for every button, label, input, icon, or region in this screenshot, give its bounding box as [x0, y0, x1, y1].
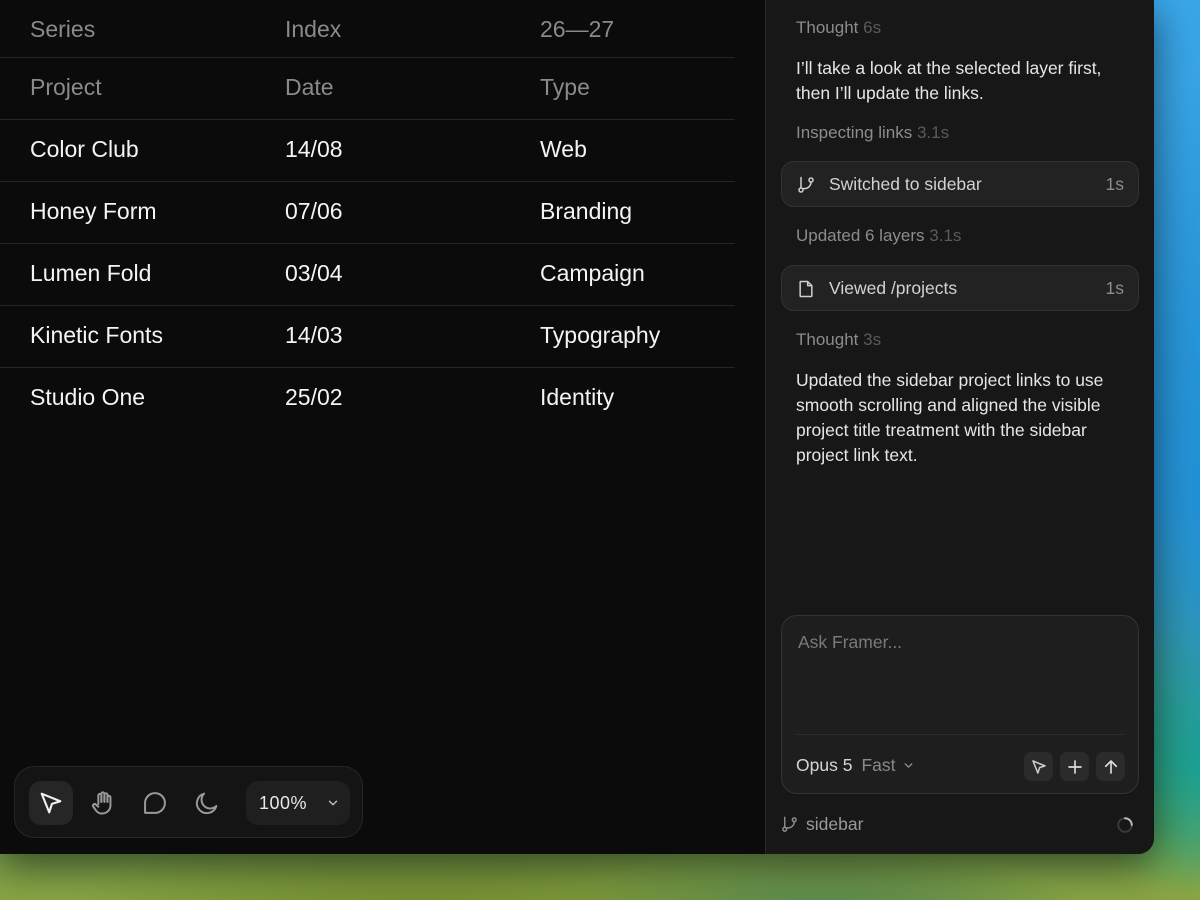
projects-table: Series Index 26—27 Project Date Type Col…	[0, 0, 735, 429]
branch-icon	[798, 176, 814, 193]
arrow-up-icon	[1104, 759, 1117, 774]
composer-divider	[796, 734, 1124, 735]
updated-label[interactable]: Updated 6 layers 3.1s	[796, 226, 961, 246]
table-header-cell: Index	[285, 16, 342, 42]
step-text: Switched to sidebar	[829, 173, 982, 194]
comment-icon	[144, 792, 166, 814]
assistant-message: Updated the sidebar project links to use…	[796, 370, 1104, 465]
step-text: Viewed /projects	[829, 277, 958, 298]
chevron-down-icon	[905, 763, 913, 768]
plus-icon	[1067, 759, 1082, 774]
column-header-type: Type	[540, 74, 590, 100]
zoom-dropdown[interactable]: 100%	[246, 781, 350, 825]
project-type: Campaign	[540, 260, 645, 286]
file-icon	[799, 280, 813, 298]
design-canvas[interactable]: Series Index 26—27 Project Date Type Col…	[0, 0, 765, 854]
model-name: Opus 5	[796, 755, 853, 775]
project-date: 25/02	[285, 384, 343, 410]
updated-duration: 3.1s	[929, 226, 962, 245]
thought-label[interactable]: Thought 3s	[796, 330, 881, 350]
table-row[interactable]: Kinetic Fonts 14/03 Typography	[0, 306, 735, 368]
ai-assistant-panel: Thought 6s I’ll take a look at the selec…	[765, 0, 1154, 854]
project-date: 14/08	[285, 136, 343, 162]
inspecting-duration: 3.1s	[916, 123, 950, 142]
loading-spinner-icon	[1117, 817, 1133, 833]
select-element-button[interactable]	[1024, 752, 1053, 781]
table-header-row: Project Date Type	[0, 58, 735, 120]
project-name: Color Club	[30, 136, 139, 162]
moon-icon	[195, 792, 218, 815]
table-header-row: Series Index 26—27	[0, 0, 735, 58]
select-arrow-icon	[40, 792, 62, 814]
project-name: Studio One	[30, 384, 146, 410]
canvas-toolbar: 100%	[14, 766, 363, 838]
thought-label[interactable]: Thought 6s	[796, 18, 881, 38]
send-button[interactable]	[1096, 752, 1125, 781]
zoom-level: 100%	[259, 792, 308, 813]
assistant-message: I’ll take a look at the selected layer f…	[796, 58, 1102, 103]
updated-text: Updated 6 layers	[796, 226, 925, 245]
theme-toggle-button[interactable]	[185, 781, 229, 825]
table-row[interactable]: Lumen Fold 03/04 Campaign	[0, 244, 735, 306]
table-row[interactable]: Color Club 14/08 Web	[0, 120, 735, 182]
step-duration: 1s	[1105, 277, 1124, 298]
project-type: Web	[540, 136, 587, 162]
project-name: Honey Form	[30, 198, 157, 224]
thought-duration: 6s	[863, 18, 882, 37]
hand-tool-button[interactable]	[81, 781, 125, 825]
branch-indicator[interactable]: sidebar	[780, 814, 863, 835]
add-attachment-button[interactable]	[1060, 752, 1089, 781]
column-header-date: Date	[285, 74, 334, 100]
select-tool-button[interactable]	[29, 781, 73, 825]
thought-text: Thought	[796, 330, 859, 349]
step-viewed-projects[interactable]: Viewed /projects 1s	[781, 265, 1139, 311]
chat-input[interactable]	[796, 630, 1120, 724]
pointer-icon	[1031, 759, 1046, 774]
branch-name: sidebar	[806, 814, 864, 834]
chat-composer: Opus 5 Fast	[781, 615, 1139, 794]
project-type: Branding	[540, 198, 633, 224]
project-date: 07/06	[285, 198, 343, 224]
project-type: Typography	[540, 322, 661, 348]
table-row[interactable]: Honey Form 07/06 Branding	[0, 182, 735, 244]
table-row[interactable]: Studio One 25/02 Identity	[0, 368, 735, 429]
thought-text: Thought	[796, 18, 859, 37]
inspecting-text: Inspecting links	[796, 123, 913, 142]
table-header-cell: Series	[30, 16, 96, 42]
table-header-cell: 26—27	[540, 16, 615, 42]
project-date: 14/03	[285, 322, 343, 348]
inspecting-label[interactable]: Inspecting links 3.1s	[796, 123, 949, 143]
project-name: Lumen Fold	[30, 260, 152, 286]
step-switched-to-sidebar[interactable]: Switched to sidebar 1s	[781, 161, 1139, 207]
project-name: Kinetic Fonts	[30, 322, 163, 348]
comment-tool-button[interactable]	[133, 781, 177, 825]
column-header-project: Project	[30, 74, 102, 100]
app-window: Series Index 26—27 Project Date Type Col…	[0, 0, 1154, 854]
branch-icon	[782, 816, 797, 832]
chevron-down-icon	[328, 800, 338, 806]
model-selector[interactable]: Opus 5 Fast	[796, 755, 915, 776]
project-date: 03/04	[285, 260, 343, 286]
step-duration: 1s	[1105, 173, 1124, 194]
model-speed: Fast	[861, 755, 896, 775]
hand-icon	[92, 791, 112, 815]
thought-duration: 3s	[863, 330, 882, 349]
project-type: Identity	[540, 384, 615, 410]
